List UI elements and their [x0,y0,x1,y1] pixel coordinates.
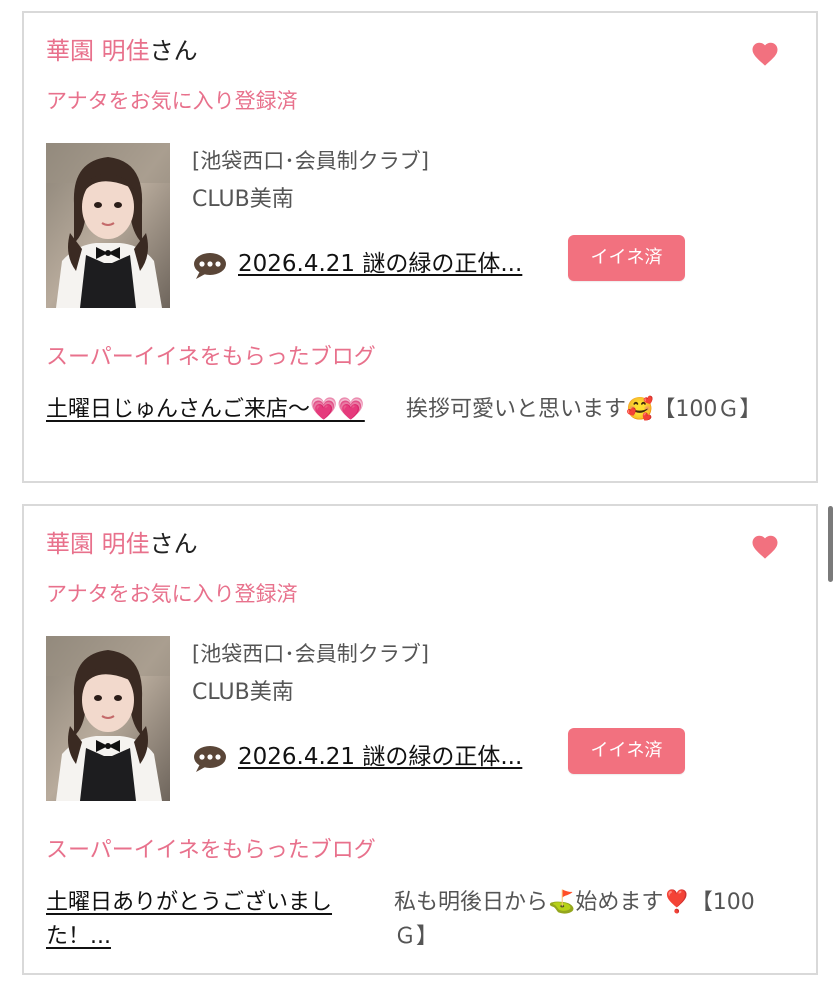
user-name[interactable]: 華園 明佳 [46,37,150,65]
super-blog-title-link[interactable]: 土曜日じゅんさんご来店〜💗💗 [46,393,382,427]
favorite-status: アナタをお気に入り登録済 [46,89,298,113]
shop-name[interactable]: CLUB美南 [192,678,294,708]
scrollbar-thumb[interactable] [828,506,833,582]
user-name[interactable]: 華園 明佳 [46,530,150,558]
heart-icon[interactable] [750,532,780,562]
speech-bubble-icon [192,745,228,773]
user-suffix: さん [149,37,198,65]
blog-link[interactable]: 2026.4.21 謎の緑の正体... [238,740,522,774]
shop-area: [池袋西口･会員制クラブ] [192,642,429,666]
speech-bubble-icon [192,252,228,280]
favorite-card: 華園 明佳さん アナタをお気に入り登録済 [池袋西口･会員制クラブ] CLUB美… [22,11,818,483]
iine-button[interactable]: イイネ済 [568,728,685,774]
heart-icon[interactable] [750,39,780,69]
iine-button[interactable]: イイネ済 [568,235,685,281]
super-iine-comment: 挨拶可愛いと思います🥰【100Ｇ】 [406,397,762,422]
user-line: 華園 明佳さん [46,528,198,560]
favorite-card: 華園 明佳さん アナタをお気に入り登録済 [池袋西口･会員制クラブ] CLUB美… [22,504,818,975]
blog-link[interactable]: 2026.4.21 謎の緑の正体... [238,247,522,281]
shop-area: [池袋西口･会員制クラブ] [192,149,429,173]
profile-photo[interactable] [46,636,170,801]
super-blog-title-link[interactable]: 土曜日ありがとうございました！... [46,886,382,954]
user-suffix: さん [149,530,198,558]
super-iine-comment: 私も明後日から⛳始めます❣️【100Ｇ】 [394,890,755,949]
super-iine-heading: スーパーイイネをもらったブログ [46,838,376,863]
favorite-status: アナタをお気に入り登録済 [46,582,298,606]
super-iine-heading: スーパーイイネをもらったブログ [46,345,376,370]
shop-name[interactable]: CLUB美南 [192,185,294,215]
user-line: 華園 明佳さん [46,35,198,67]
profile-photo[interactable] [46,143,170,308]
